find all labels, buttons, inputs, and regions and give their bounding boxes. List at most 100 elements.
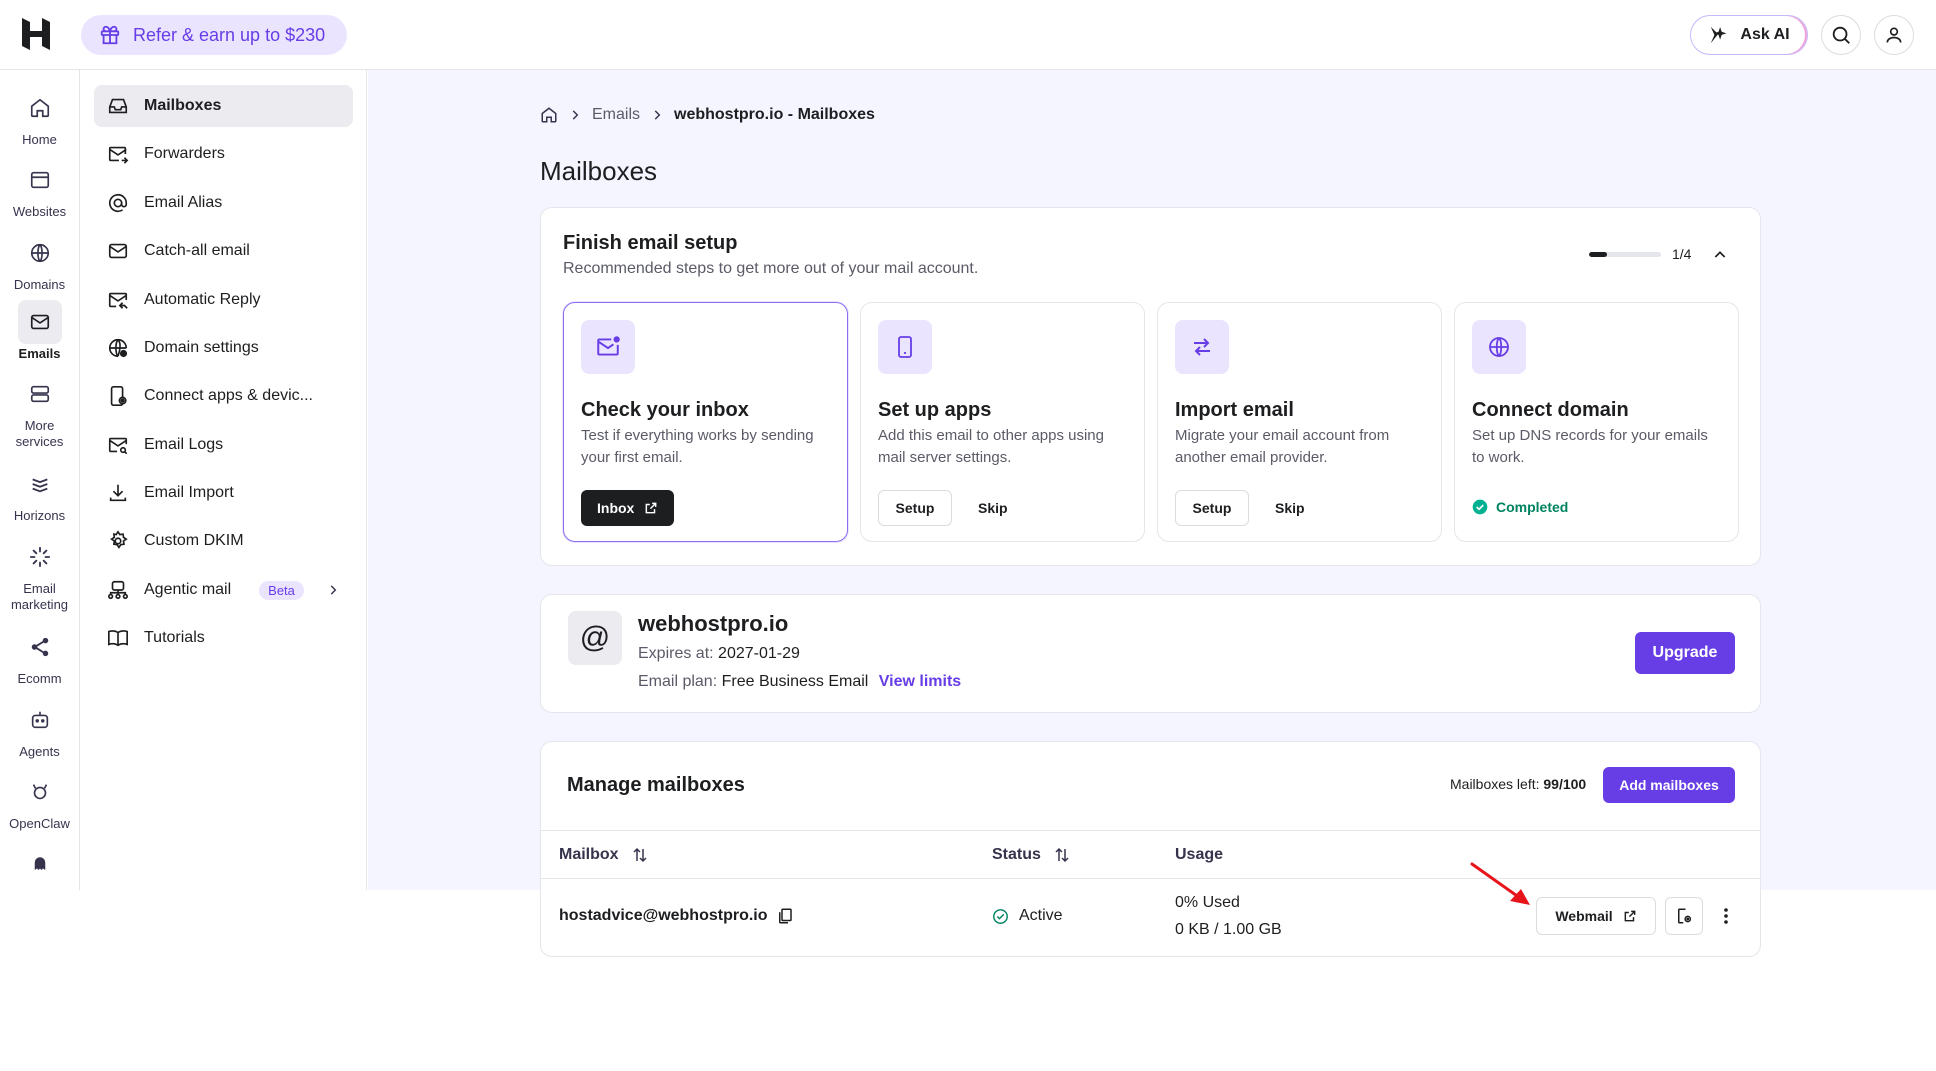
chevron-right-icon	[568, 108, 582, 122]
rail-item-openclaw[interactable]: OpenClaw	[0, 770, 79, 832]
mailbox-settings-button[interactable]	[1665, 897, 1703, 935]
manage-title: Manage mailboxes	[567, 774, 745, 796]
check-circle-icon	[1472, 499, 1488, 515]
view-limits-link[interactable]: View limits	[879, 673, 961, 690]
breadcrumb: Emails webhostpro.io - Mailboxes	[540, 106, 875, 124]
rail-item-email-marketing[interactable]: Email marketing	[0, 535, 79, 613]
ask-ai-button[interactable]: Ask AI	[1690, 15, 1808, 55]
add-mailboxes-button[interactable]: Add mailboxes	[1603, 767, 1735, 803]
rail-item-ecomm[interactable]: Ecomm	[0, 625, 79, 687]
subnav-item-domain-settings[interactable]: Domain settings	[94, 327, 353, 369]
breadcrumb-current: webhostpro.io - Mailboxes	[674, 106, 875, 123]
book-icon	[106, 626, 130, 650]
home-icon[interactable]	[540, 106, 558, 124]
device-gear-icon	[106, 384, 130, 408]
arrows-swap-icon	[1175, 320, 1229, 374]
browser-icon	[18, 158, 62, 202]
external-link-icon	[1623, 909, 1637, 923]
email-setup-card: Finish email setup Recommended steps to …	[540, 207, 1761, 566]
collapse-button[interactable]	[1709, 244, 1731, 266]
rail-item-emails[interactable]: Emails	[0, 300, 79, 362]
webmail-button[interactable]: Webmail	[1536, 897, 1656, 935]
external-link-icon	[644, 501, 658, 515]
at-icon	[106, 191, 130, 215]
setup-title: Finish email setup	[563, 232, 738, 254]
mail-search-icon	[106, 433, 130, 457]
gift-icon	[99, 24, 121, 46]
usage-percent: 0% Used	[1175, 894, 1240, 911]
bot-icon	[18, 698, 62, 742]
subnav-item-email-import[interactable]: Email Import	[94, 472, 353, 514]
beta-badge: Beta	[259, 580, 304, 600]
rail-item-websites[interactable]: Websites	[0, 158, 79, 220]
search-button[interactable]	[1821, 15, 1861, 55]
skip-apps-button[interactable]: Skip	[978, 490, 1008, 526]
rail-item-more-services[interactable]: More services	[0, 372, 79, 450]
subnav-item-custom-dkim[interactable]: Custom DKIM	[94, 520, 353, 562]
rail-item-horizons[interactable]: Horizons	[0, 462, 79, 524]
mailbox-address: hostadvice@webhostpro.io	[559, 907, 794, 925]
column-mailbox[interactable]: Mailbox	[559, 846, 649, 864]
subnav-item-agentic-mail[interactable]: Agentic mail Beta	[94, 569, 353, 611]
subnav-item-catch-all[interactable]: Catch-all email	[94, 230, 353, 272]
chevron-right-icon	[326, 583, 340, 597]
completed-status: Completed	[1472, 499, 1568, 515]
step-import-email: Import email Migrate your email account …	[1157, 302, 1442, 542]
bottom-strip	[0, 890, 368, 1071]
forward-mail-icon	[106, 142, 130, 166]
account-button[interactable]	[1874, 15, 1914, 55]
more-options-button[interactable]	[1711, 897, 1741, 935]
rail-item-domains[interactable]: Domains	[0, 231, 79, 293]
usage-amount: 0 KB / 1.00 GB	[1175, 921, 1282, 938]
setup-subtitle: Recommended steps to get more out of you…	[563, 260, 979, 277]
download-icon	[106, 481, 130, 505]
manage-mailboxes-card: Manage mailboxes Mailboxes left: 99/100 …	[540, 741, 1761, 957]
setup-apps-button[interactable]: Setup	[878, 490, 952, 526]
user-icon	[1884, 25, 1904, 45]
claw-icon	[18, 770, 62, 814]
sort-icon	[631, 846, 649, 864]
sort-icon	[1053, 846, 1071, 864]
subnav-item-forwarders[interactable]: Forwarders	[94, 133, 353, 175]
inbox-icon	[106, 94, 130, 118]
setup-import-button[interactable]: Setup	[1175, 490, 1249, 526]
ask-ai-label: Ask AI	[1740, 26, 1790, 43]
subnav-item-automatic-reply[interactable]: Automatic Reply	[94, 279, 353, 321]
mail-dot-icon	[581, 320, 635, 374]
loader-icon	[18, 535, 62, 579]
status-badge: Active	[992, 907, 1063, 925]
server-icon	[18, 372, 62, 416]
hostinger-logo[interactable]	[20, 16, 56, 52]
skip-import-button[interactable]: Skip	[1275, 490, 1305, 526]
step-set-up-apps: Set up apps Add this email to other apps…	[860, 302, 1145, 542]
subnav-item-tutorials[interactable]: Tutorials	[94, 617, 353, 659]
refer-earn-button[interactable]: Refer & earn up to $230	[81, 15, 347, 55]
ghost-icon	[18, 842, 62, 886]
domain-expires: Expires at: 2027-01-29	[638, 645, 800, 662]
step-connect-domain: Connect domain Set up DNS records for yo…	[1454, 302, 1739, 542]
setup-progress-bar	[1589, 252, 1661, 257]
subnav-item-email-logs[interactable]: Email Logs	[94, 424, 353, 466]
subnav-item-mailboxes[interactable]: Mailboxes	[94, 85, 353, 127]
sparkle-icon	[1708, 24, 1730, 46]
rail-item-home[interactable]: Home	[0, 86, 79, 148]
inbox-button[interactable]: Inbox	[581, 490, 675, 526]
column-status[interactable]: Status	[992, 846, 1071, 864]
share-icon	[18, 625, 62, 669]
breadcrumb-emails[interactable]: Emails	[592, 106, 640, 124]
globe-icon	[18, 231, 62, 275]
horizons-icon	[18, 462, 62, 506]
step-check-inbox: Check your inbox Test if everything work…	[563, 302, 848, 542]
reply-mail-icon	[106, 288, 130, 312]
device-gear-icon	[1675, 907, 1693, 925]
primary-nav-rail: Home Websites Domains Emails More servic…	[0, 70, 80, 890]
upgrade-button[interactable]: Upgrade	[1635, 632, 1735, 674]
setup-progress-text: 1/4	[1672, 246, 1692, 262]
rail-item-agents[interactable]: Agents	[0, 698, 79, 760]
rail-item-extra[interactable]	[0, 842, 79, 888]
agent-mail-icon	[106, 578, 130, 602]
copy-icon[interactable]	[776, 907, 794, 925]
subnav-item-email-alias[interactable]: Email Alias	[94, 182, 353, 224]
subnav-item-connect-apps[interactable]: Connect apps & devic...	[94, 375, 353, 417]
annotation-arrow-icon	[1466, 858, 1536, 910]
